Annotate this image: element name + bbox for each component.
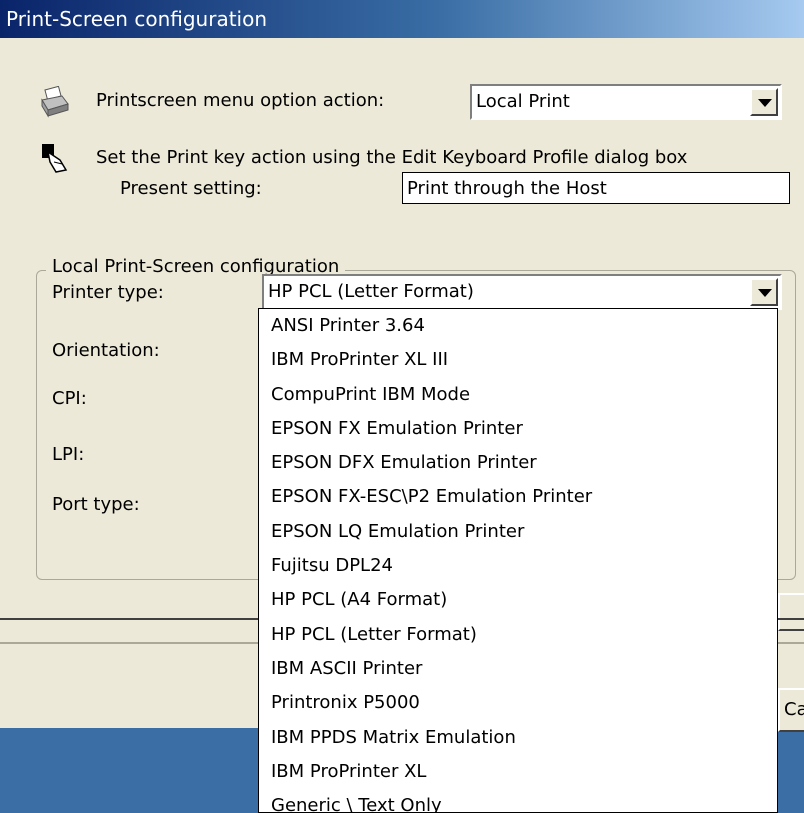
dropdown-option[interactable]: IBM ASCII Printer <box>259 652 777 686</box>
printscreen-action-label: Printscreen menu option action: <box>96 90 385 111</box>
dropdown-option[interactable]: EPSON LQ Emulation Printer <box>259 515 777 549</box>
dropdown-option[interactable]: EPSON FX Emulation Printer <box>259 412 777 446</box>
present-setting-label: Present setting: <box>120 178 262 199</box>
dropdown-option[interactable]: HP PCL (Letter Format) <box>259 618 777 652</box>
printer-type-select[interactable]: HP PCL (Letter Format) <box>262 274 782 310</box>
dropdown-option[interactable]: EPSON FX-ESC\P2 Emulation Printer <box>259 480 777 514</box>
port-type-label: Port type: <box>52 494 140 515</box>
printscreen-action-value: Local Print <box>476 91 570 112</box>
dropdown-option[interactable]: IBM ProPrinter XL III <box>259 343 777 377</box>
dropdown-option[interactable]: HP PCL (A4 Format) <box>259 583 777 617</box>
keyboard-hand-icon <box>40 142 70 174</box>
lpi-label: LPI: <box>52 444 85 465</box>
printer-type-label: Printer type: <box>52 282 164 303</box>
present-setting-field: Print through the Host <box>402 172 790 204</box>
dropdown-option[interactable]: Fujitsu DPL24 <box>259 549 777 583</box>
printer-type-dropdown-list[interactable]: ANSI Printer 3.64 IBM ProPrinter XL III … <box>258 308 778 813</box>
dropdown-option[interactable]: Generic \ Text Only <box>259 789 777 812</box>
chevron-down-icon[interactable] <box>750 88 778 116</box>
chevron-down-icon[interactable] <box>750 278 778 306</box>
partial-button[interactable] <box>778 593 804 631</box>
printer-type-value: HP PCL (Letter Format) <box>268 281 474 302</box>
window-titlebar: Print-Screen configuration <box>0 0 804 38</box>
dropdown-option[interactable]: Printronix P5000 <box>259 686 777 720</box>
window-title: Print-Screen configuration <box>6 7 268 31</box>
dropdown-option[interactable]: ANSI Printer 3.64 <box>259 309 777 343</box>
printer-icon <box>38 85 70 118</box>
printscreen-action-select[interactable]: Local Print <box>470 84 782 120</box>
dropdown-option[interactable]: IBM PPDS Matrix Emulation <box>259 721 777 755</box>
dropdown-option[interactable]: IBM ProPrinter XL <box>259 755 777 789</box>
cpi-label: CPI: <box>52 388 87 409</box>
orientation-label: Orientation: <box>52 340 160 361</box>
dropdown-option[interactable]: EPSON DFX Emulation Printer <box>259 446 777 480</box>
dropdown-option[interactable]: CompuPrint IBM Mode <box>259 378 777 412</box>
print-key-info: Set the Print key action using the Edit … <box>96 147 688 168</box>
cancel-button[interactable]: Can <box>778 688 804 732</box>
